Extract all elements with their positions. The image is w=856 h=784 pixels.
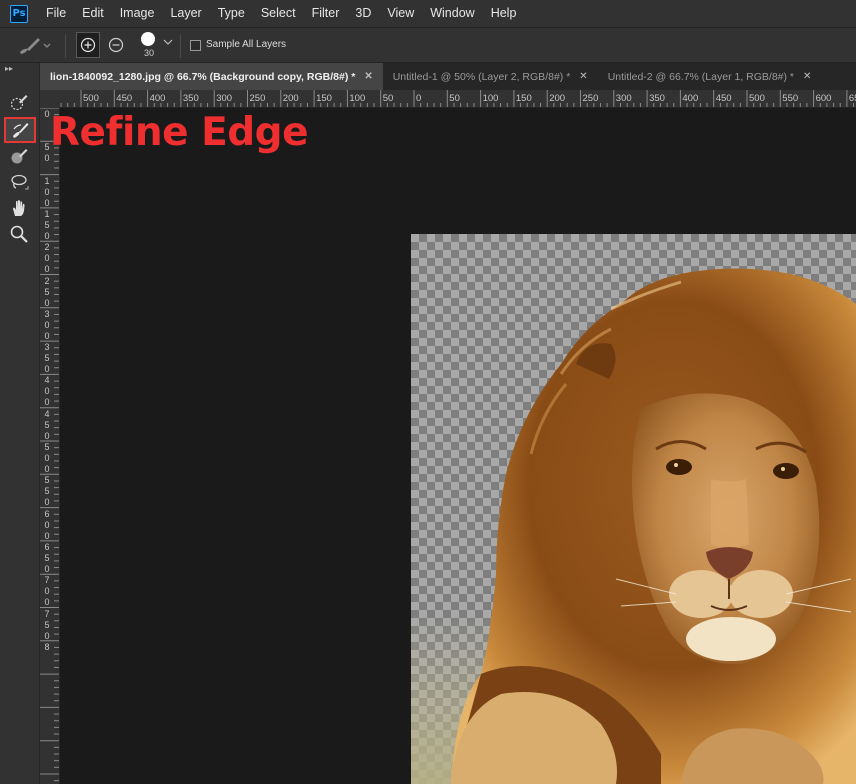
- menu-window[interactable]: Window: [422, 0, 482, 27]
- collapse-panel-icon[interactable]: ▸▸: [5, 64, 13, 73]
- ruler-label: 100: [349, 93, 366, 104]
- horizontal-ruler[interactable]: 500 450 400 350 300 250 200 150 100 50 0 50 100 150 20…: [60, 90, 856, 108]
- add-to-selection-button[interactable]: [76, 32, 100, 58]
- ruler-label: 350: [182, 93, 199, 104]
- ruler-label: 350: [649, 93, 665, 104]
- lion-image: [411, 268, 856, 784]
- tab-untitled-1[interactable]: Untitled-1 @ 50% (Layer 2, RGB/8#) * ✕: [383, 63, 598, 90]
- ruler-label: 200: [549, 93, 566, 104]
- ruler-label: 250: [44, 275, 50, 308]
- tab-lion[interactable]: lion-1840092_1280.jpg @ 66.7% (Backgroun…: [40, 63, 383, 90]
- ruler-label: 200: [44, 242, 50, 275]
- zoom-icon: [10, 225, 28, 243]
- tool-preset-picker[interactable]: [16, 34, 56, 58]
- hand-icon: [13, 200, 25, 216]
- document-tabs: lion-1840092_1280.jpg @ 66.7% (Backgroun…: [40, 63, 856, 90]
- ruler-label: 65: [848, 93, 856, 104]
- brush-tool[interactable]: [6, 145, 32, 167]
- ruler-label: 50: [382, 93, 394, 104]
- sample-all-layers-checkbox[interactable]: [190, 40, 201, 51]
- ruler-label: 500: [749, 93, 765, 104]
- menu-3d[interactable]: 3D: [347, 0, 379, 27]
- subtract-from-selection-button[interactable]: [106, 34, 126, 56]
- chevron-down-icon[interactable]: [163, 38, 173, 46]
- options-bar: 30 Sample All Layers: [0, 27, 856, 63]
- ruler-label: 400: [44, 375, 50, 408]
- ruler-label: 100: [482, 93, 499, 104]
- plus-circle-icon: [80, 37, 96, 53]
- menu-type[interactable]: Type: [210, 0, 253, 27]
- photoshop-logo: Ps: [10, 4, 28, 23]
- ruler-label: 450: [715, 93, 732, 104]
- ruler-label: 250: [582, 93, 599, 104]
- menu-image[interactable]: Image: [112, 0, 163, 27]
- ruler-label: 300: [615, 93, 632, 104]
- minus-circle-icon: [108, 37, 124, 53]
- menu-edit[interactable]: Edit: [74, 0, 112, 27]
- ruler-label: 600: [44, 508, 50, 541]
- ruler-label: 400: [682, 93, 699, 104]
- ruler-label: 300: [216, 93, 233, 104]
- canvas-area[interactable]: [60, 108, 856, 784]
- refine-brush-icon: [20, 38, 51, 54]
- ruler-label: 500: [83, 93, 99, 104]
- sample-all-layers-label: Sample All Layers: [206, 39, 287, 50]
- close-icon[interactable]: ✕: [803, 71, 811, 82]
- brush-size-value: 30: [143, 48, 154, 58]
- ruler-label: 550: [44, 475, 50, 508]
- tab-label: Untitled-2 @ 66.7% (Layer 1, RGB/8#) *: [607, 70, 795, 83]
- ruler-label: 500: [44, 442, 50, 474]
- zoom-tool[interactable]: [6, 223, 32, 245]
- ruler-label: 8: [44, 641, 50, 652]
- document-canvas[interactable]: [411, 234, 856, 784]
- ruler-label: 450: [44, 408, 50, 441]
- ruler-label: 300: [44, 308, 50, 341]
- ruler-label: 350: [44, 342, 50, 375]
- ruler-label: 150: [44, 208, 50, 241]
- ruler-label: 400: [149, 93, 166, 104]
- ruler-label: 0: [416, 93, 422, 104]
- menu-layer[interactable]: Layer: [162, 0, 209, 27]
- menu-help[interactable]: Help: [483, 0, 525, 27]
- tools-panel: ▸▸: [0, 63, 40, 784]
- tab-untitled-2[interactable]: Untitled-2 @ 66.7% (Layer 1, RGB/8#) * ✕: [598, 63, 822, 90]
- tab-label: lion-1840092_1280.jpg @ 66.7% (Backgroun…: [50, 70, 356, 83]
- menu-view[interactable]: View: [379, 0, 422, 27]
- menu-filter[interactable]: Filter: [304, 0, 348, 27]
- refine-edge-brush-icon: [13, 123, 29, 138]
- ruler-label: 100: [44, 175, 50, 208]
- vertical-ruler[interactable]: 0501001502002503003504004505005506006507…: [40, 108, 60, 784]
- ruler-label: 700: [44, 575, 50, 608]
- refine-edge-annotation: Refine Edge: [50, 110, 309, 155]
- ruler-origin[interactable]: [40, 90, 60, 108]
- ruler-label: 150: [316, 93, 332, 104]
- refine-edge-brush-tool[interactable]: [4, 117, 36, 143]
- ruler-label: 450: [116, 93, 133, 104]
- ruler-label: 600: [815, 93, 832, 104]
- quick-selection-tool[interactable]: [6, 91, 32, 113]
- ruler-label: 50: [449, 93, 460, 104]
- ruler-label: 550: [782, 93, 799, 104]
- lasso-tool[interactable]: [6, 171, 32, 193]
- logo-text: Ps: [12, 8, 26, 19]
- menu-file[interactable]: File: [38, 0, 74, 27]
- ruler-label: 250: [249, 93, 266, 104]
- ruler-label: 750: [44, 608, 50, 641]
- close-icon[interactable]: ✕: [579, 71, 587, 82]
- ruler-label: 150: [515, 93, 532, 104]
- close-icon[interactable]: ✕: [364, 71, 372, 82]
- ruler-label: 200: [282, 93, 299, 104]
- lasso-icon: [11, 174, 29, 190]
- quick-selection-icon: [10, 95, 28, 111]
- brush-icon: [11, 149, 28, 164]
- menu-select[interactable]: Select: [253, 0, 304, 27]
- hand-tool[interactable]: [6, 197, 32, 219]
- tab-label: Untitled-1 @ 50% (Layer 2, RGB/8#) *: [392, 70, 571, 83]
- menu-bar: Ps File Edit Image Layer Type Select Fil…: [0, 0, 856, 27]
- separator: [180, 34, 181, 58]
- separator: [65, 34, 66, 58]
- ruler-label: 650: [44, 541, 50, 574]
- brush-preview-icon[interactable]: [141, 32, 155, 46]
